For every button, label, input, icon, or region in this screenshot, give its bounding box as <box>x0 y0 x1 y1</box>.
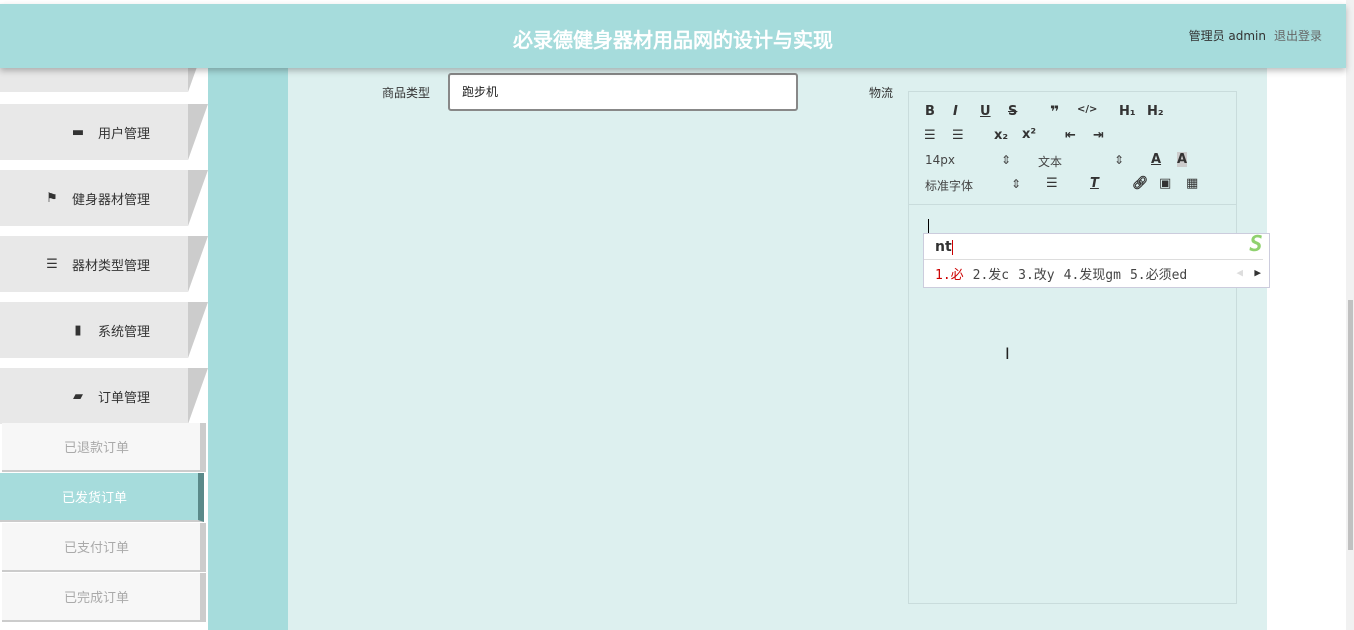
text-style-value: 文本 <box>1038 155 1063 169</box>
quote-icon[interactable]: ❞ <box>1050 102 1059 121</box>
sidebar: ▬ 用户管理 ⚑ 健身器材管理 ☰ 器材类型管理 ▮ 系统管理 ▰ 订单管理 已退款订单 … <box>0 36 208 630</box>
sidebar-item-label: 器材类型管理 <box>71 258 150 274</box>
font-color-icon[interactable]: A <box>1151 152 1161 167</box>
align-icon[interactable]: ☰ <box>1046 176 1058 191</box>
sidebar-item-orders[interactable]: ▰ 订单管理 <box>0 368 208 424</box>
user-info: 管理员 admin 退出登录 <box>1189 27 1322 44</box>
wallet-icon: ▰ <box>72 388 83 404</box>
underline-icon[interactable]: U <box>980 104 991 119</box>
type-label: 商品类型 <box>382 86 431 100</box>
editor-toolbar: B I U S ❞ </> H₁ H₂ ☰ ☰ x₂ x² ⇤ ⇥ 14px ⇕ … <box>909 92 1236 205</box>
logistics-label: 物流 <box>869 86 894 100</box>
ime-candidate[interactable]: 2.发c <box>973 264 1009 283</box>
sidebar-item-label: 健身器材管理 <box>71 192 150 208</box>
subitem-completed-orders[interactable]: 已完成订单 <box>2 573 206 622</box>
clear-format-icon[interactable]: T <box>1090 176 1099 191</box>
page-title: 必录德健身器材用品网的设计与实现 <box>513 28 833 52</box>
subitem-refunded-orders[interactable]: 已退款订单 <box>2 423 206 472</box>
subitem-shipped-orders[interactable]: 已发货订单 <box>0 473 204 522</box>
heading1-icon[interactable]: H₁ <box>1119 104 1136 119</box>
sidebar-item-label: 用户管理 <box>97 126 150 142</box>
font-family-value: 标准字体 <box>925 179 974 193</box>
outdent-icon[interactable]: ⇤ <box>1065 128 1076 143</box>
ime-candidate[interactable]: 4.发现gm <box>1064 264 1121 283</box>
ime-composition-text: nt <box>935 239 952 255</box>
text-style-select[interactable]: 文本 ⇕ <box>1038 153 1124 170</box>
scrollbar-thumb[interactable] <box>1348 300 1353 550</box>
header: 必录德健身器材用品网的设计与实现 管理员 admin 退出登录 <box>0 4 1346 68</box>
font-family-select[interactable]: 标准字体 ⇕ <box>925 177 1021 194</box>
link-icon[interactable]: 🔗︎ <box>1132 176 1149 191</box>
user-icon: ▬ <box>71 124 85 140</box>
sidebar-item-equipment-types[interactable]: ☰ 器材类型管理 <box>0 236 208 292</box>
code-icon[interactable]: </> <box>1077 104 1097 115</box>
sidebar-item-label: 系统管理 <box>97 324 150 340</box>
font-size-select[interactable]: 14px ⇕ <box>925 153 1011 167</box>
sidebar-item-label: 订单管理 <box>97 390 150 406</box>
text-caret <box>928 219 929 234</box>
subscript-icon[interactable]: x₂ <box>994 128 1008 143</box>
sogou-logo-icon: S <box>1249 232 1263 257</box>
mouse-ibeam-cursor-icon: I <box>1005 344 1010 363</box>
ime-composition: nt <box>924 234 1263 260</box>
sidebar-divider <box>208 68 288 630</box>
logout-link[interactable]: 退出登录 <box>1274 29 1322 43</box>
ime-next-icon[interactable]: ▶ <box>1254 266 1261 279</box>
sidebar-item-users[interactable]: ▬ 用户管理 <box>0 104 208 160</box>
ime-candidates: 1.必 2.发c 3.改y 4.发现gm 5.必须ed <box>935 264 1187 283</box>
ime-candidate[interactable]: 1.必 <box>935 264 964 283</box>
ordered-list-icon[interactable]: ☰ <box>924 128 936 143</box>
main-content: 商品类型 跑步机 物流 B I U S ❞ </> H₁ H₂ ☰ ☰ x₂ x… <box>288 68 1267 630</box>
type-input[interactable]: 跑步机 <box>448 73 798 111</box>
strikethrough-icon[interactable]: S <box>1008 104 1017 119</box>
italic-icon[interactable]: I <box>953 104 958 119</box>
subitem-paid-orders[interactable]: 已支付订单 <box>2 523 206 572</box>
superscript-icon[interactable]: x² <box>1022 127 1036 142</box>
bar-chart-icon: ▮ <box>74 322 82 338</box>
rich-text-editor: B I U S ❞ </> H₁ H₂ ☰ ☰ x₂ x² ⇤ ⇥ 14px ⇕ … <box>908 91 1237 604</box>
image-icon[interactable]: ▣ <box>1159 176 1171 191</box>
bullet-list-icon[interactable]: ☰ <box>952 128 964 143</box>
ime-candidate[interactable]: 3.改y <box>1018 264 1054 283</box>
indent-icon[interactable]: ⇥ <box>1093 128 1104 143</box>
video-icon[interactable]: ▦ <box>1186 176 1198 191</box>
ime-candidate-window: nt 1.必 2.发c 3.改y 4.发现gm 5.必须ed ◀ ▶ S <box>923 232 1270 288</box>
ime-candidate[interactable]: 5.必须ed <box>1130 264 1187 283</box>
username: 管理员 admin <box>1188 29 1266 43</box>
flag-icon: ⚑ <box>46 190 58 206</box>
sidebar-item-equipment[interactable]: ⚑ 健身器材管理 <box>0 170 208 226</box>
heading2-icon[interactable]: H₂ <box>1147 104 1164 119</box>
ime-prev-icon[interactable]: ◀ <box>1236 266 1243 279</box>
font-size-value: 14px <box>925 153 955 167</box>
bold-icon[interactable]: B <box>925 104 935 119</box>
sliders-icon: ☰ <box>46 256 58 272</box>
sidebar-item-system[interactable]: ▮ 系统管理 <box>0 302 208 358</box>
background-color-icon[interactable]: A <box>1177 152 1188 167</box>
